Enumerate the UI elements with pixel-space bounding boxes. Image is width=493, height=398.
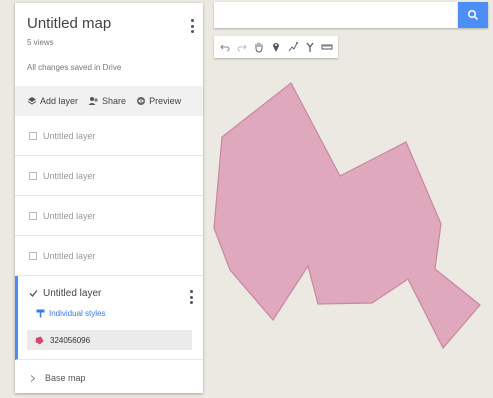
undo-button[interactable]	[217, 38, 233, 56]
preview-label: Preview	[149, 96, 182, 106]
feature-label: 324056096	[50, 335, 91, 345]
active-layer[interactable]: Untitled layer Individual styles 3240560…	[15, 276, 203, 360]
polygon-shape-icon	[35, 336, 44, 344]
layer-visibility-checkbox[interactable]	[29, 131, 37, 140]
add-layer-icon	[27, 97, 37, 105]
draw-line-icon	[288, 42, 298, 52]
search-icon	[467, 9, 479, 21]
redo-button[interactable]	[234, 38, 250, 56]
checkmark-icon[interactable]	[29, 289, 38, 298]
undo-icon	[220, 44, 230, 52]
more-vert-icon	[189, 290, 193, 293]
layer-visibility-checkbox[interactable]	[29, 251, 37, 260]
share-button[interactable]: Share	[88, 96, 126, 106]
layer-label: Untitled layer	[43, 130, 96, 141]
panel-actions: Add layer Share Preview	[15, 86, 203, 116]
preview-icon	[137, 97, 146, 105]
feature-item[interactable]: 324056096	[27, 330, 192, 350]
more-vert-icon	[190, 19, 194, 22]
view-count: 5 views	[27, 38, 54, 47]
save-status: All changes saved in Drive	[27, 63, 122, 72]
base-map-row[interactable]: Base map	[15, 363, 203, 393]
redo-icon	[237, 44, 247, 52]
drawn-polygon[interactable]	[213, 82, 481, 350]
add-layer-button[interactable]: Add layer	[27, 96, 78, 106]
share-label: Share	[102, 96, 127, 106]
layer-label: Untitled layer	[43, 210, 96, 221]
search-input[interactable]	[214, 2, 458, 28]
map-title[interactable]: Untitled map	[27, 15, 111, 32]
layer-row[interactable]: Untitled layer	[15, 156, 203, 196]
route-icon	[306, 42, 314, 52]
layer-label: Untitled layer	[43, 170, 96, 181]
layer-row[interactable]: Untitled layer	[15, 116, 203, 156]
add-marker-button[interactable]	[268, 38, 284, 56]
layer-options-button[interactable]	[186, 288, 196, 306]
individual-styles-link[interactable]: Individual styles	[36, 309, 105, 318]
ruler-icon	[321, 44, 333, 50]
layer-row[interactable]: Untitled layer	[15, 196, 203, 236]
draw-line-button[interactable]	[285, 38, 301, 56]
layer-label: Untitled layer	[43, 250, 96, 261]
person-add-icon	[88, 97, 99, 105]
map-legend-panel: Untitled map 5 views All changes saved i…	[15, 3, 203, 393]
paint-roller-icon	[36, 309, 45, 318]
preview-button[interactable]: Preview	[136, 96, 181, 106]
panel-header: Untitled map 5 views All changes saved i…	[15, 3, 203, 86]
hand-icon	[255, 42, 263, 53]
select-hand-button[interactable]	[251, 38, 267, 56]
directions-button[interactable]	[302, 38, 318, 56]
base-map-label: Base map	[45, 373, 86, 383]
layer-row[interactable]: Untitled layer	[15, 236, 203, 276]
add-layer-label: Add layer	[40, 96, 79, 106]
map-toolbar	[214, 36, 338, 58]
expand-arrow-icon	[30, 374, 36, 382]
map-options-button[interactable]	[187, 17, 197, 35]
individual-styles-label: Individual styles	[49, 309, 106, 318]
layer-visibility-checkbox[interactable]	[29, 171, 37, 180]
layer-visibility-checkbox[interactable]	[29, 211, 37, 220]
measure-button[interactable]	[319, 38, 335, 56]
marker-icon	[273, 43, 279, 52]
active-layer-header: Untitled layer	[29, 288, 101, 299]
search-button[interactable]	[458, 2, 488, 28]
active-layer-label[interactable]: Untitled layer	[43, 288, 101, 299]
